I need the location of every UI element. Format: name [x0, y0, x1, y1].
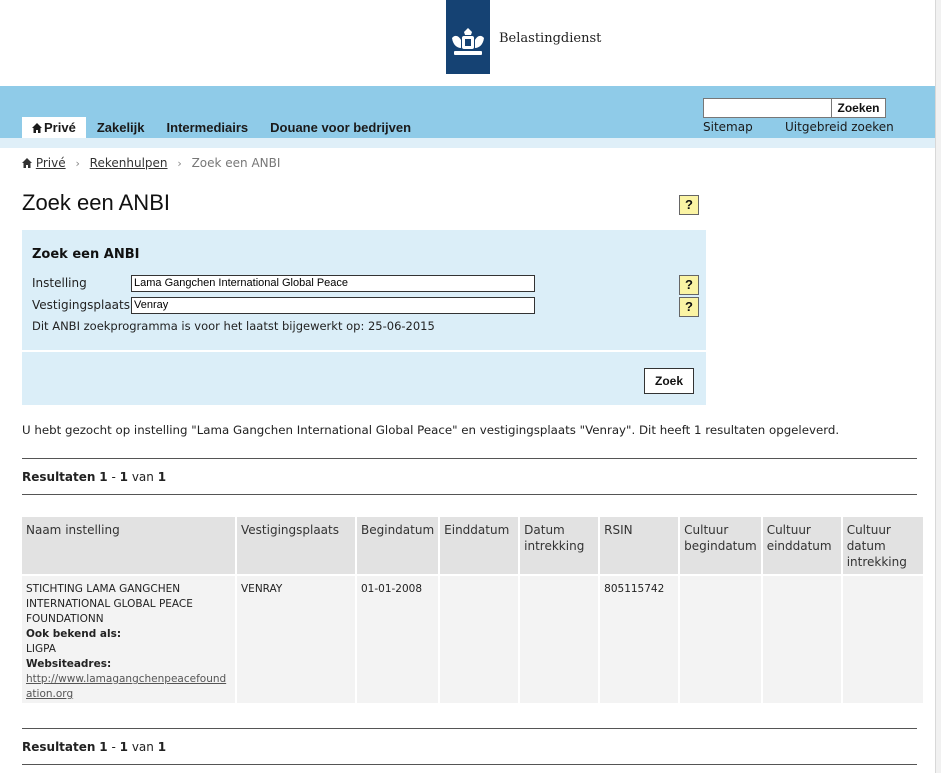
location-input[interactable]: Venray	[131, 297, 535, 314]
results-dash: -	[111, 470, 116, 484]
table-row: STICHTING LAMA GANGCHEN INTERNATIONAL GL…	[22, 574, 923, 703]
breadcrumb-home-link[interactable]: Privé	[36, 156, 66, 170]
institution-help-button[interactable]: ?	[679, 275, 699, 295]
results-total: 1	[157, 740, 167, 754]
results-to: 1	[119, 740, 128, 754]
results-to: 1	[119, 470, 128, 484]
cell-start-date: 01-01-2008	[357, 574, 439, 703]
divider	[22, 728, 917, 729]
location-label: Vestigingsplaats	[32, 298, 130, 312]
divider	[22, 458, 917, 459]
institution-name: STICHTING LAMA GANGCHEN INTERNATIONAL GL…	[26, 583, 193, 625]
results-total: 1	[157, 470, 167, 484]
nav-item-zakelijk[interactable]: Zakelijk	[86, 117, 156, 138]
site-header: Belastingdienst	[0, 0, 941, 86]
sitemap-link[interactable]: Sitemap	[703, 120, 753, 134]
scrollbar-track[interactable]	[935, 0, 941, 773]
location-help-button[interactable]: ?	[679, 297, 699, 317]
column-header: Cultuur einddatum	[762, 517, 841, 574]
results-of: van	[131, 740, 154, 754]
cell-revoked-date	[520, 574, 599, 703]
institution-input[interactable]: Lama Gangchen International Global Peace	[131, 275, 535, 292]
search-form-panel: Zoek een ANBI Instelling Lama Gangchen I…	[22, 230, 706, 350]
home-icon	[22, 158, 32, 168]
results-count-top: Resultaten 1 - 1 van 1	[22, 470, 166, 484]
advanced-search-link[interactable]: Uitgebreid zoeken	[785, 120, 894, 134]
results-count-bottom: Resultaten 1 - 1 van 1	[22, 740, 166, 754]
breadcrumb-separator: ›	[177, 157, 182, 170]
results-from: 1	[99, 470, 108, 484]
aka-label: Ook bekend als:	[26, 628, 122, 640]
nav-item-douane[interactable]: Douane voor bedrijven	[259, 117, 422, 138]
home-icon	[32, 123, 42, 133]
breadcrumb-current: Zoek een ANBI	[191, 156, 281, 170]
page-help-button[interactable]: ?	[679, 195, 699, 215]
database-updated-note: Dit ANBI zoekprogramma is voor het laats…	[32, 319, 435, 333]
breadcrumb-rekenhulpen-link[interactable]: Rekenhulpen	[90, 156, 168, 170]
cell-name: STICHTING LAMA GANGCHEN INTERNATIONAL GL…	[22, 574, 235, 703]
column-header: Cultuur begindatum	[680, 517, 761, 574]
cell-culture-start	[680, 574, 761, 703]
table-header-row: Naam instelling Vestigingsplaats Beginda…	[22, 517, 923, 574]
results-label: Resultaten	[22, 740, 96, 754]
cell-culture-revoked	[842, 574, 923, 703]
nav-band-shadow	[0, 138, 935, 148]
form-title: Zoek een ANBI	[32, 247, 140, 262]
main-nav: Privé Zakelijk Intermediairs Douane voor…	[22, 117, 422, 138]
search-summary: U hebt gezocht op instelling "Lama Gangc…	[22, 423, 840, 437]
column-header: Begindatum	[357, 517, 439, 574]
institution-label: Instelling	[32, 276, 87, 290]
cell-end-date	[440, 574, 519, 703]
cell-culture-end	[762, 574, 841, 703]
results-of: van	[131, 470, 154, 484]
site-search-button[interactable]: Zoeken	[831, 98, 886, 118]
aka-value: LIGPA	[26, 643, 56, 655]
column-header: RSIN	[600, 517, 679, 574]
nav-item-intermediairs[interactable]: Intermediairs	[156, 117, 260, 138]
results-dash: -	[111, 740, 116, 754]
website-link[interactable]: http://www.lamagangchenpeacefoundation.o…	[26, 673, 226, 700]
column-header: Cultuur datum intrekking	[842, 517, 923, 574]
cell-rsin: 805115742	[600, 574, 679, 703]
search-form-actions: Zoek	[22, 352, 706, 405]
page-title: Zoek een ANBI	[22, 190, 170, 215]
breadcrumb-separator: ›	[75, 157, 80, 170]
results-table: Naam instelling Vestigingsplaats Beginda…	[20, 517, 925, 703]
cell-location: VENRAY	[237, 574, 355, 703]
website-label: Websiteadres:	[26, 658, 112, 670]
results-label: Resultaten	[22, 470, 96, 484]
column-header: Einddatum	[440, 517, 519, 574]
column-header: Vestigingsplaats	[237, 517, 355, 574]
breadcrumb: Privé › Rekenhulpen › Zoek een ANBI	[22, 156, 280, 170]
rijksoverheid-logo[interactable]	[446, 0, 490, 74]
results-from: 1	[99, 740, 108, 754]
divider	[22, 764, 917, 765]
site-search-input[interactable]	[703, 98, 832, 118]
coat-of-arms-icon	[452, 28, 484, 55]
column-header: Datum intrekking	[520, 517, 599, 574]
brand-name: Belastingdienst	[499, 31, 602, 46]
column-header: Naam instelling	[22, 517, 235, 574]
divider	[22, 494, 917, 495]
nav-item-label: Privé	[44, 120, 76, 135]
nav-item-prive[interactable]: Privé	[22, 117, 86, 138]
zoek-button[interactable]: Zoek	[644, 368, 694, 394]
